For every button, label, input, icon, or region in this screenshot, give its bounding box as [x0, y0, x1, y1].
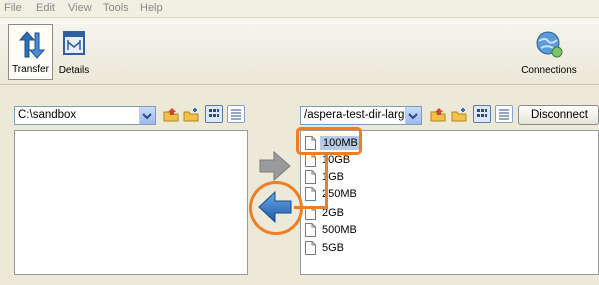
- remote-path-value: /aspera-test-dir-larg: [304, 109, 404, 121]
- file-icon: [305, 170, 316, 184]
- upload-arrow-icon[interactable]: [258, 150, 292, 182]
- view-list-button[interactable]: [227, 105, 245, 123]
- menu-file[interactable]: File: [4, 2, 22, 14]
- menu-tools[interactable]: Tools: [103, 2, 129, 14]
- toolbar: Transfer Details Connections: [0, 18, 599, 85]
- file-icon: [305, 241, 316, 255]
- details-icon: [63, 31, 85, 55]
- view-list-button[interactable]: [495, 105, 513, 123]
- transfer-icon: [18, 31, 45, 59]
- file-name: 5GB: [322, 242, 345, 254]
- file-item-1gb[interactable]: 1GB: [305, 169, 425, 185]
- menu-help[interactable]: Help: [140, 2, 163, 14]
- list-view-icon: [499, 109, 509, 120]
- menu-edit[interactable]: Edit: [36, 2, 55, 14]
- connections-button[interactable]: Connections: [516, 24, 582, 80]
- annotation-highlight-circle: [249, 181, 303, 235]
- local-file-pane[interactable]: [14, 130, 248, 275]
- transfer-label: Transfer: [12, 64, 49, 75]
- annotation-connector: [325, 155, 328, 208]
- transfer-button[interactable]: Transfer: [8, 24, 53, 80]
- local-path-select[interactable]: C:\sandbox: [14, 106, 156, 125]
- folder-up-icon[interactable]: [163, 107, 179, 123]
- file-icon: [305, 187, 316, 201]
- menu-bar: File Edit View Tools Help: [0, 0, 599, 18]
- list-view-icon: [231, 109, 241, 120]
- remote-path-select[interactable]: /aspera-test-dir-larg: [300, 106, 422, 125]
- grid-view-icon: [209, 109, 219, 117]
- file-icon: [305, 153, 316, 167]
- details-label: Details: [58, 65, 90, 76]
- new-folder-icon[interactable]: [451, 107, 467, 123]
- connections-label: Connections: [521, 65, 577, 76]
- file-icon: [305, 223, 316, 237]
- file-item-5gb[interactable]: 5GB: [305, 240, 425, 256]
- file-item-250mb[interactable]: 250MB: [305, 186, 425, 202]
- annotation-highlight-box: [296, 127, 362, 155]
- disconnect-button[interactable]: Disconnect: [518, 105, 599, 125]
- chevron-down-icon[interactable]: [139, 107, 155, 124]
- file-name: 500MB: [322, 224, 357, 236]
- menu-view[interactable]: View: [68, 2, 92, 14]
- grid-view-icon: [477, 109, 487, 117]
- view-details-button[interactable]: [205, 105, 223, 123]
- local-path-value: C:\sandbox: [18, 109, 77, 121]
- file-item-500mb[interactable]: 500MB: [305, 222, 425, 238]
- new-folder-icon[interactable]: [183, 107, 199, 123]
- globe-icon: [536, 31, 563, 58]
- details-button[interactable]: Details: [55, 24, 93, 80]
- view-details-button[interactable]: [473, 105, 491, 123]
- chevron-down-icon[interactable]: [405, 107, 421, 124]
- folder-up-icon[interactable]: [430, 107, 446, 123]
